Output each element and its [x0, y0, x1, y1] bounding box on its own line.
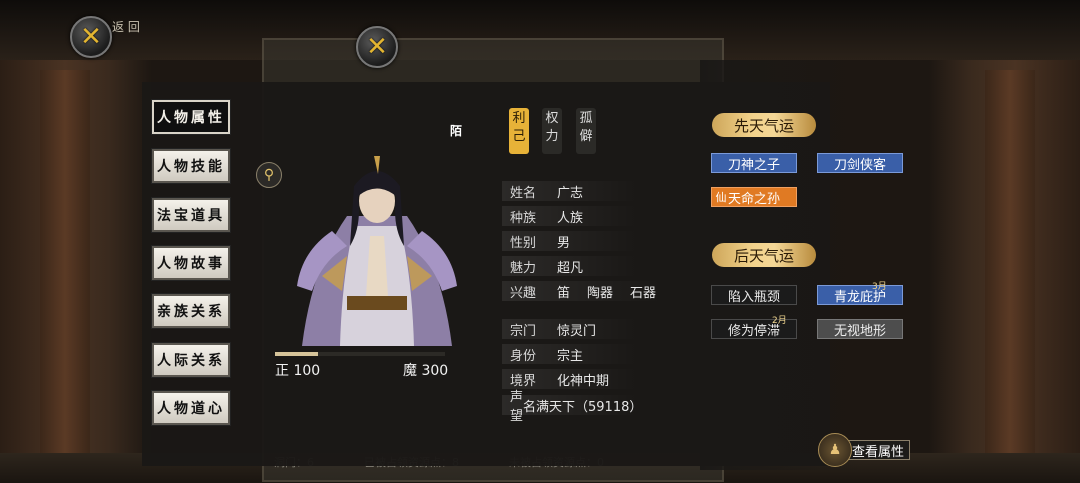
acquired-fortune-title: 后天气运 [712, 243, 816, 267]
innate-fortune-title: 先天气运 [712, 113, 816, 137]
close-icon: ✕ [366, 32, 388, 62]
view-attributes-button[interactable]: 查看属性 ♟ [818, 433, 910, 467]
alignment-bar-fill [275, 352, 318, 356]
info-row-sect: 宗门 惊灵门 [502, 319, 638, 339]
info-key: 性别 [510, 235, 537, 251]
nav-character-story[interactable]: 人物故事 [152, 246, 230, 280]
search-icon: ⚲ [263, 167, 275, 183]
fortune-tag[interactable]: 刀剑侠客 [817, 153, 903, 173]
hobby-item: 笛 [557, 285, 571, 301]
info-row-reputation: 声望 名满天下（59118） [502, 390, 642, 424]
info-key: 声望 [510, 390, 524, 424]
info-row-hobby: 兴趣 笛 陶器 石器 [502, 281, 662, 301]
meditating-figure-icon: ♟ [818, 433, 852, 467]
info-key: 种族 [510, 210, 537, 226]
info-row-name: 姓名 广志 [502, 181, 638, 201]
righteous-value: 正 100 [275, 363, 321, 379]
info-value: 宗主 [557, 348, 584, 364]
alignment-bar [275, 352, 445, 356]
info-row-charm: 魅力 超凡 [502, 256, 638, 276]
info-value: 男 [557, 235, 571, 251]
info-value: 名满天下（59118） [523, 399, 643, 415]
info-key: 魅力 [510, 260, 537, 276]
info-key: 姓名 [510, 185, 537, 201]
info-row-identity: 身份 宗主 [502, 344, 638, 364]
nav-social-relations[interactable]: 人际关系 [152, 343, 230, 377]
hobby-item: 陶器 [587, 285, 614, 301]
nav-family-relations[interactable]: 亲族关系 [152, 294, 230, 328]
nav-character-skills[interactable]: 人物技能 [152, 149, 230, 183]
view-attributes-label: 查看属性 [846, 440, 910, 460]
back-button[interactable]: ✕ [70, 16, 112, 58]
tab-selfish[interactable]: 利 己 [509, 108, 529, 154]
fortune-tag[interactable]: 无视地形 [817, 319, 903, 339]
info-key: 身份 [510, 348, 537, 364]
background-pillar [40, 70, 90, 463]
immortal-icon: 仙 [715, 191, 727, 204]
tab-power[interactable]: 权 力 [542, 108, 562, 154]
close-panel-button[interactable]: ✕ [356, 26, 398, 68]
fortune-tag[interactable]: 仙 天命之孙 [711, 187, 797, 207]
nav-dao-heart[interactable]: 人物道心 [152, 391, 230, 425]
back-label: 返 回 [112, 20, 140, 34]
zoom-search-button[interactable]: ⚲ [256, 162, 282, 188]
info-key: 宗门 [510, 323, 537, 339]
nav-treasures-items[interactable]: 法宝道具 [152, 198, 230, 232]
info-value: 广志 [557, 185, 584, 201]
close-icon: ✕ [80, 22, 102, 52]
hobby-item: 石器 [630, 285, 657, 301]
background-pillar [985, 70, 1035, 463]
hobby-list: 笛 陶器 石器 [557, 282, 656, 301]
info-value: 惊灵门 [557, 323, 597, 339]
duration-badge: 2月 [772, 316, 787, 326]
fortune-tag[interactable]: 刀神之子 [711, 153, 797, 173]
info-value: 化神中期 [557, 373, 610, 389]
info-value: 人族 [557, 210, 584, 226]
fortune-tag[interactable]: 陷入瓶颈 [711, 285, 797, 305]
character-mark: 陌 [450, 124, 463, 138]
fortune-tag[interactable]: 青龙庇护 [817, 285, 903, 305]
character-portrait [297, 156, 457, 346]
tab-solitary[interactable]: 孤 僻 [576, 108, 596, 154]
duration-badge: 3月 [872, 282, 887, 292]
info-key: 兴趣 [510, 285, 537, 301]
nav-character-attributes[interactable]: 人物属性 [152, 100, 230, 134]
fortune-tag-label: 天命之孙 [727, 191, 780, 207]
info-row-gender: 性别 男 [502, 231, 638, 251]
info-row-race: 种族 人族 [502, 206, 638, 226]
demonic-value: 魔 300 [403, 363, 449, 379]
info-value: 超凡 [557, 260, 584, 276]
